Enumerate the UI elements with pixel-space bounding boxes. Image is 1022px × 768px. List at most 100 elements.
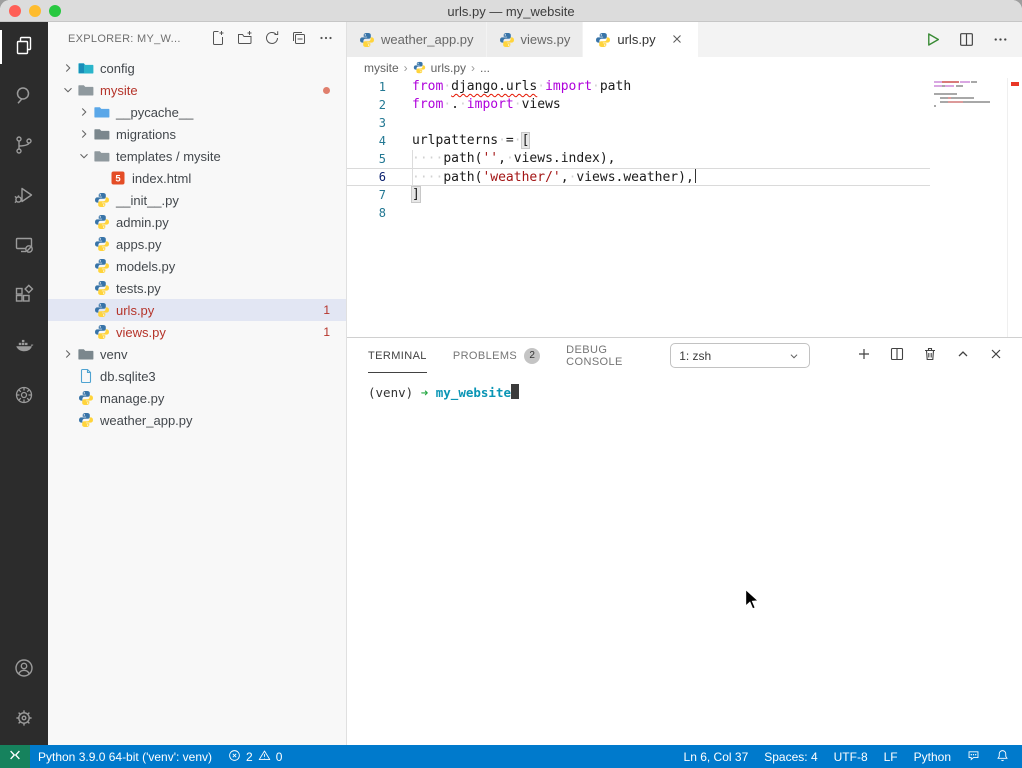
tree-indent-spacer xyxy=(76,280,92,296)
code-token: import xyxy=(545,79,592,94)
warning-count: 0 xyxy=(276,750,283,764)
tree-item-label: db.sqlite3 xyxy=(100,369,156,384)
tab-weather_app.py[interactable]: weather_app.py xyxy=(347,22,487,57)
tree-item-templates-mysite[interactable]: templates / mysite xyxy=(48,145,346,167)
maximize-panel-button[interactable] xyxy=(955,346,975,366)
minimap-line xyxy=(934,101,1006,103)
tree-item-urls.py[interactable]: urls.py1 xyxy=(48,299,346,321)
folder-dark xyxy=(94,126,110,142)
tree-item-manage.py[interactable]: manage.py xyxy=(48,387,346,409)
tree-item-weather_app.py[interactable]: weather_app.py xyxy=(48,409,346,431)
activity-item-search[interactable] xyxy=(0,72,48,122)
code-editor[interactable]: 1from·django.urls·import·path2from·.·imp… xyxy=(347,78,1022,337)
refresh-button[interactable] xyxy=(264,30,282,48)
code-token: from xyxy=(412,79,443,94)
close-window-button[interactable] xyxy=(9,5,21,17)
activity-item-explorer[interactable] xyxy=(0,22,48,72)
python-icon xyxy=(94,280,110,296)
tree-item-migrations[interactable]: migrations xyxy=(48,123,346,145)
terminal[interactable]: (venv) ➜ my_website xyxy=(347,373,1022,745)
line-number: 1 xyxy=(347,78,386,96)
breadcrumb: mysite›urls.py›... xyxy=(347,57,1022,78)
tree-item-admin.py[interactable]: admin.py xyxy=(48,211,346,233)
tree-item-models.py[interactable]: models.py xyxy=(48,255,346,277)
panel-tab-problems[interactable]: PROBLEMS2 xyxy=(453,338,540,373)
panel-tab-terminal[interactable]: TERMINAL xyxy=(368,338,427,373)
terminal-shell-select[interactable]: 1: zsh xyxy=(670,343,810,368)
activity-item-run-and-debug[interactable] xyxy=(0,172,48,222)
remote-indicator[interactable] xyxy=(0,745,30,768)
more-actions-button[interactable] xyxy=(992,31,1010,49)
minimap-line xyxy=(934,93,1006,95)
whitespace-dots: · xyxy=(459,97,467,112)
line-number: 4 xyxy=(347,132,386,150)
more-icon xyxy=(318,37,334,49)
tree-item-label: weather_app.py xyxy=(100,413,193,428)
remote-explorer-icon xyxy=(12,233,36,262)
status-problems[interactable]: 20 xyxy=(220,745,290,768)
close-tab-icon[interactable] xyxy=(670,32,686,48)
vscode-window: urls.py — my_website EXPLORER: MY_W... c… xyxy=(0,0,1022,768)
status-indentation[interactable]: Spaces: 4 xyxy=(756,745,825,768)
activity-item-settings-sync[interactable] xyxy=(0,372,48,422)
terminal-cursor xyxy=(511,384,519,399)
tree-item-__init__.py[interactable]: __init__.py xyxy=(48,189,346,211)
status-python-interpreter[interactable]: Python 3.9.0 64-bit ('venv': venv) xyxy=(30,745,220,768)
status-feedback[interactable] xyxy=(959,745,988,768)
whitespace-dots: · xyxy=(506,151,514,166)
new-terminal-button[interactable] xyxy=(856,346,876,366)
zoom-window-button[interactable] xyxy=(49,5,61,17)
breadcrumb-item[interactable]: ... xyxy=(480,61,490,75)
tree-item-db.sqlite3[interactable]: db.sqlite3 xyxy=(48,365,346,387)
window-controls xyxy=(9,5,61,17)
status-eol[interactable]: LF xyxy=(876,745,906,768)
minimap[interactable] xyxy=(934,81,1006,113)
run-python-file-button[interactable] xyxy=(924,31,942,49)
minimap-bar xyxy=(971,81,977,83)
status-notifications[interactable] xyxy=(988,745,1017,768)
minimize-window-button[interactable] xyxy=(29,5,41,17)
tab-views.py[interactable]: views.py xyxy=(487,22,584,57)
activity-item-remote-explorer[interactable] xyxy=(0,222,48,272)
collapse-all-button[interactable] xyxy=(291,30,309,48)
bell-icon xyxy=(996,749,1009,765)
tree-item-tests.py[interactable]: tests.py xyxy=(48,277,346,299)
activity-item-extensions[interactable] xyxy=(0,272,48,322)
code-token: from xyxy=(412,97,443,112)
status-encoding[interactable]: UTF-8 xyxy=(826,745,876,768)
status-language-mode[interactable]: Python xyxy=(906,745,959,768)
status-cursor-position[interactable]: Ln 6, Col 37 xyxy=(676,745,757,768)
tree-item-mysite[interactable]: mysite xyxy=(48,79,346,101)
terminal-prompt-line: (venv) ➜ my_website xyxy=(368,384,1022,400)
tree-item-__pycache__[interactable]: __pycache__ xyxy=(48,101,346,123)
activity-item-accounts[interactable] xyxy=(0,645,48,695)
activity-item-docker[interactable] xyxy=(0,322,48,372)
close-panel-button[interactable] xyxy=(988,346,1008,366)
editor-group: weather_app.pyviews.pyurls.py mysite›url… xyxy=(347,22,1022,745)
split-terminal-button[interactable] xyxy=(889,346,909,366)
collapse-all-icon xyxy=(291,37,307,49)
kill-terminal-button[interactable] xyxy=(922,346,942,366)
activity-item-source-control[interactable] xyxy=(0,122,48,172)
html-icon: 5 xyxy=(110,170,126,186)
run-debug-icon xyxy=(12,183,36,212)
tree-item-views.py[interactable]: views.py1 xyxy=(48,321,346,343)
tree-item-config[interactable]: config xyxy=(48,57,346,79)
minimap-bar xyxy=(940,101,948,103)
breadcrumb-item[interactable]: urls.py xyxy=(431,61,466,75)
new-file-button[interactable] xyxy=(210,30,228,48)
new-folder-button[interactable] xyxy=(237,30,255,48)
status-label: LF xyxy=(884,750,898,764)
tree-item-index.html[interactable]: 5index.html xyxy=(48,167,346,189)
tree-item-venv[interactable]: venv xyxy=(48,343,346,365)
breadcrumb-item[interactable]: mysite xyxy=(364,61,399,75)
tree-item-label: __pycache__ xyxy=(116,105,193,120)
python-icon xyxy=(78,390,94,406)
panel-tab-debug-console[interactable]: DEBUG CONSOLE xyxy=(566,338,644,373)
line-number: 3 xyxy=(347,114,386,132)
tab-urls.py[interactable]: urls.py xyxy=(583,22,698,57)
tree-item-apps.py[interactable]: apps.py xyxy=(48,233,346,255)
activity-item-manage[interactable] xyxy=(0,695,48,745)
split-editor-button[interactable] xyxy=(958,31,976,49)
more-actions-button[interactable] xyxy=(318,30,336,48)
